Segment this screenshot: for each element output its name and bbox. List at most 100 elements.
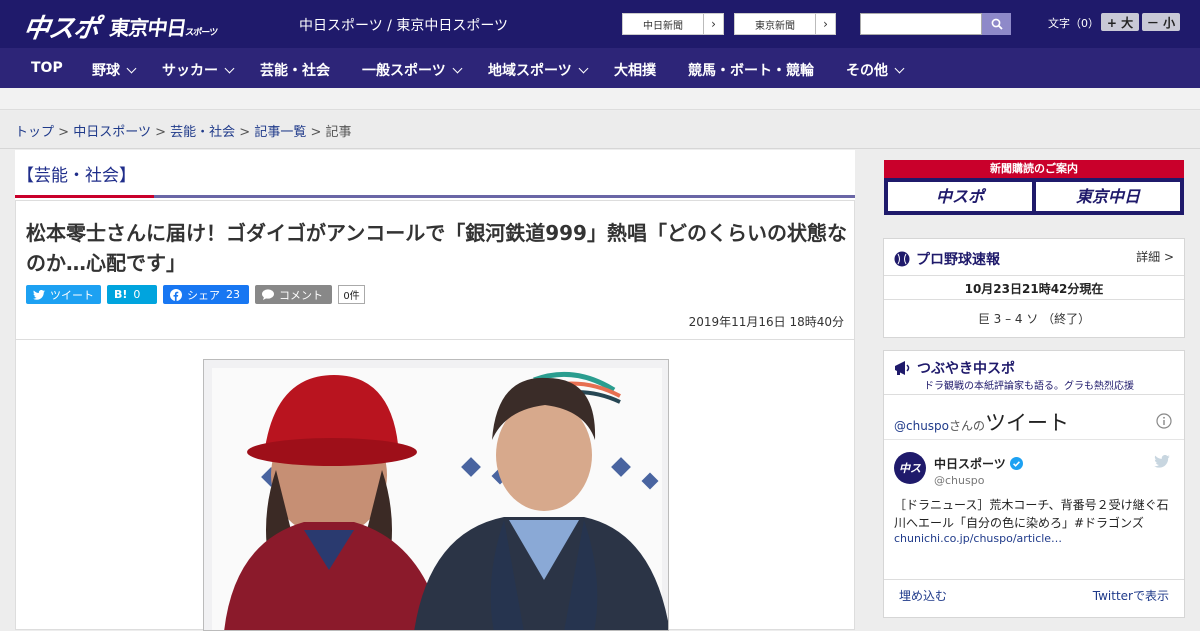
view-on-twitter-link[interactable]: Twitterで表示 <box>1093 587 1169 604</box>
tweet-link[interactable]: chunichi.co.jp/chuspo/article… <box>894 532 1062 545</box>
breadcrumb-separator: > <box>239 125 251 140</box>
nav-label: 地域スポーツ <box>488 63 572 79</box>
chevron-down-icon <box>452 63 463 74</box>
timeline-san: さんの <box>949 419 986 433</box>
info-icon[interactable] <box>1156 413 1172 429</box>
comment-label: コメント <box>279 288 323 302</box>
baseball-scores-header: プロ野球速報 <box>894 249 1000 269</box>
avatar[interactable]: 中ス <box>894 452 926 484</box>
embed-link[interactable]: 埋め込む <box>899 587 947 604</box>
twitter-box-title: つぶやき中スポ <box>917 361 1015 377</box>
tokyo-logo-text: 東京中日 <box>108 16 188 40</box>
nav-label: 競馬・ボート・競輪 <box>688 63 814 79</box>
twitter-box-subtitle: ドラ観戦の本紙評論家も語る。グラも熱烈応援 <box>924 381 1134 392</box>
subscribe-tokyo-logo[interactable]: 東京中日 <box>1036 182 1180 211</box>
article-photo-image <box>204 360 668 630</box>
chevron-down-icon <box>126 63 137 74</box>
chunichi-shimbun-label: 中日新聞 <box>643 20 683 32</box>
tokyo-chunichi-logo[interactable]: 東京中日スポーツ <box>108 12 220 41</box>
nav-item-soccer[interactable]: サッカー <box>162 60 235 80</box>
breadcrumb-top[interactable]: トップ <box>15 125 54 140</box>
breadcrumb-entertainment[interactable]: 芸能・社会 <box>170 125 235 140</box>
tokyo-shimbun-link[interactable]: 東京新聞 › <box>734 13 836 35</box>
nav-label: 芸能・社会 <box>260 63 330 79</box>
speech-bubble-icon <box>262 289 274 300</box>
nav-item-racing[interactable]: 競馬・ボート・競輪 <box>688 60 814 80</box>
nav-item-baseball[interactable]: 野球 <box>92 60 137 80</box>
chevron-right-icon: › <box>703 14 723 34</box>
breadcrumb-bar: トップ > 中日スポーツ > 芸能・社会 > 記事一覧 > 記事 <box>0 111 1200 149</box>
breadcrumb-separator: > <box>155 125 166 140</box>
tokyo-shimbun-label: 東京新聞 <box>755 20 795 32</box>
verified-badge-icon <box>1009 457 1023 470</box>
tweet-label: ツイート <box>50 288 94 302</box>
subscribe-chuspo-logo[interactable]: 中スポ <box>888 182 1032 211</box>
site-tagline: 中日スポーツ / 東京中日スポーツ <box>299 18 509 34</box>
facebook-count: 23 <box>226 288 240 301</box>
breadcrumb-separator: > <box>58 125 70 140</box>
chuspo-logo[interactable]: 中スポ <box>21 8 101 45</box>
hatena-count: 0 <box>133 288 141 301</box>
nav-item-top[interactable]: TOP <box>31 60 63 76</box>
subscription-banner[interactable]: 新聞購読のご案内 中スポ 東京中日 <box>884 160 1184 215</box>
breadcrumb-chuspo[interactable]: 中日スポーツ <box>73 125 151 140</box>
timeline-user[interactable]: @chuspo <box>894 419 949 433</box>
nav-item-general-sports[interactable]: 一般スポーツ <box>362 60 463 80</box>
article-title: 松本零士さんに届け！ゴダイゴがアンコールで「銀河鉄道999」熱唱「どのくらいの状… <box>26 221 847 275</box>
nav-label: 一般スポーツ <box>362 63 446 79</box>
twitter-bird-icon[interactable] <box>1154 455 1170 468</box>
breadcrumb-article-list[interactable]: 記事一覧 <box>254 125 306 140</box>
nav-item-regional-sports[interactable]: 地域スポーツ <box>488 60 589 80</box>
category-label: 【芸能・社会】 <box>17 166 136 186</box>
baseball-icon <box>894 251 910 267</box>
search-input[interactable] <box>860 13 982 35</box>
facebook-label: シェア <box>187 288 220 302</box>
baseball-scores-title: プロ野球速報 <box>916 252 1000 268</box>
tweet-button[interactable]: ツイート <box>26 285 101 304</box>
search-icon <box>991 18 1003 30</box>
tweet-text: ［ドラニュース］荒木コーチ、背番号２受け継ぐ石川へエール「自分の色に染めろ」#ド… <box>894 496 1174 532</box>
chevron-down-icon <box>578 63 589 74</box>
chevron-right-icon: › <box>815 14 835 34</box>
baseball-timestamp: 10月23日21時42分現在 <box>964 282 1104 296</box>
nav-label: TOP <box>31 60 63 76</box>
nav-item-entertainment[interactable]: 芸能・社会 <box>260 60 330 80</box>
font-larger-button[interactable]: + 大 <box>1101 13 1139 31</box>
article-image-area <box>15 340 855 631</box>
nav-label: 大相撲 <box>614 63 656 79</box>
chevron-down-icon <box>224 63 235 74</box>
baseball-scores-box: プロ野球速報 詳細 > 10月23日21時42分現在 巨 3 – 4 ソ （終了… <box>883 238 1185 338</box>
article-photo[interactable] <box>203 359 669 631</box>
chunichi-shimbun-link[interactable]: 中日新聞 › <box>622 13 724 35</box>
facebook-icon <box>170 288 182 301</box>
hatena-icon: B! <box>114 288 128 301</box>
nav-label: 野球 <box>92 63 120 79</box>
timeline-tweet-label: ツイート <box>985 411 1070 435</box>
comment-button[interactable]: コメント <box>255 285 332 304</box>
nav-item-other[interactable]: その他 <box>846 60 905 80</box>
baseball-score[interactable]: 巨 3 – 4 ソ （終了） <box>884 310 1184 327</box>
megaphone-icon <box>895 361 910 375</box>
tweet-author-handle[interactable]: @chuspo <box>934 474 984 487</box>
article-date: 2019年11月16日 18時40分 <box>688 315 844 329</box>
twitter-box-header: つぶやき中スポ <box>894 358 1015 378</box>
tweet-author-name[interactable]: 中日スポーツ <box>934 455 1006 472</box>
nav-label: その他 <box>846 63 888 79</box>
nav-item-sumo[interactable]: 大相撲 <box>614 60 656 80</box>
timeline-heading: @chuspo さんの ツイート <box>894 407 1069 437</box>
article-header: 松本零士さんに届け！ゴダイゴがアンコールで「銀河鉄道999」熱唱「どのくらいの状… <box>15 200 855 340</box>
twitter-bird-icon <box>33 289 45 300</box>
facebook-share-button[interactable]: シェア 23 <box>163 285 249 304</box>
breadcrumb: トップ > 中日スポーツ > 芸能・社会 > 記事一覧 > 記事 <box>15 121 352 140</box>
tokyo-logo-small: スポーツ <box>184 28 218 38</box>
baseball-detail-link[interactable]: 詳細 > <box>1136 248 1174 265</box>
category-divider-accent <box>15 195 154 198</box>
nav-label: サッカー <box>162 63 218 79</box>
comment-count[interactable]: 0件 <box>338 285 365 304</box>
font-size-label: 文字（0） <box>1048 17 1099 30</box>
hatena-bookmark-button[interactable]: B! 0 <box>107 285 157 304</box>
font-smaller-button[interactable]: － 小 <box>1142 13 1180 31</box>
search-button[interactable] <box>982 13 1011 35</box>
breadcrumb-separator: > <box>310 125 322 140</box>
main-nav: TOP 野球 サッカー 芸能・社会 一般スポーツ 地域スポーツ 大相撲 競馬・ボ… <box>0 48 1200 88</box>
